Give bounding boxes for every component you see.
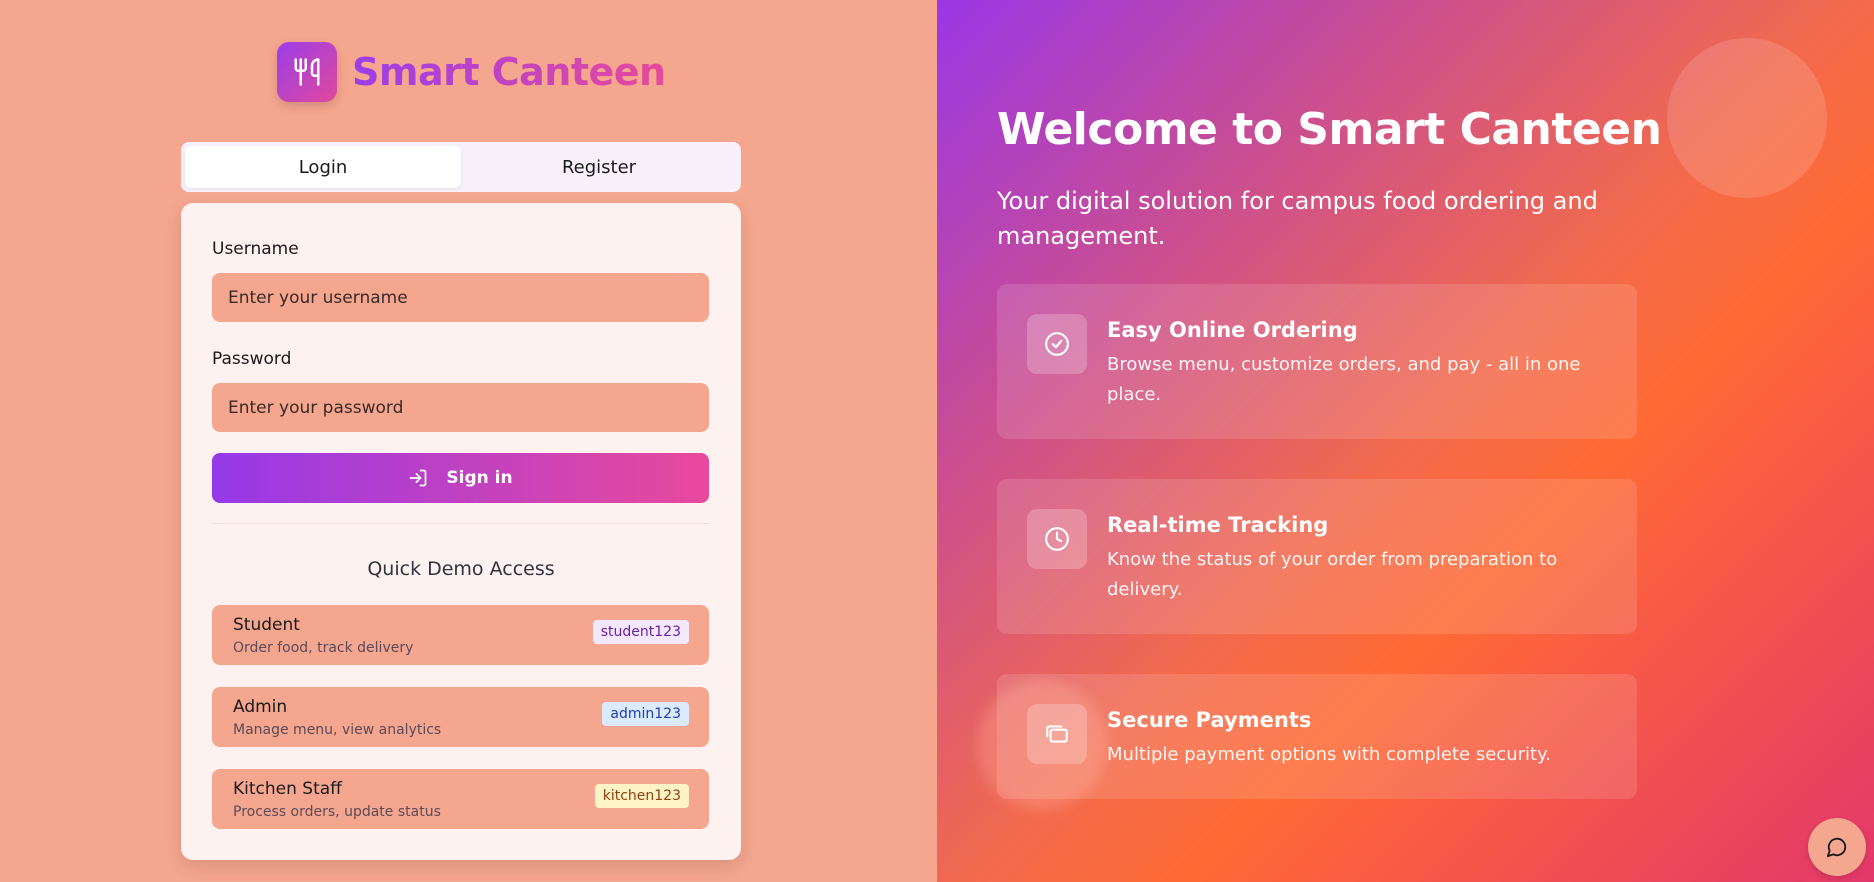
demo-role: Kitchen Staff — [233, 779, 342, 799]
demo-password-badge: student123 — [592, 620, 689, 644]
log-in-icon — [410, 469, 427, 487]
demo-password-badge: admin123 — [602, 702, 689, 726]
brand: Smart Canteen — [277, 42, 666, 102]
password-label: Password — [212, 349, 292, 369]
hero-subtitle: Your digital solution for campus food or… — [997, 187, 1598, 250]
credit-card-icon — [1027, 704, 1087, 764]
login-panel: Smart Canteen Login Register Username Pa… — [0, 0, 937, 882]
message-circle-icon — [1826, 837, 1847, 858]
username-input[interactable] — [212, 273, 709, 322]
demo-account-admin[interactable]: Admin Manage menu, view analytics admin1… — [212, 687, 709, 747]
feature-title: Easy Online Ordering — [1107, 318, 1358, 342]
auth-tabs: Login Register — [181, 142, 741, 192]
feature-card-tracking: Real-time Tracking Know the status of yo… — [997, 479, 1637, 634]
chat-button[interactable] — [1808, 818, 1866, 876]
tab-register[interactable]: Register — [461, 146, 737, 188]
divider — [212, 523, 709, 524]
demo-role: Admin — [233, 697, 288, 717]
tab-login[interactable]: Login — [185, 146, 461, 188]
demo-account-kitchen-staff[interactable]: Kitchen Staff Process orders, update sta… — [212, 769, 709, 829]
hero-title: Welcome to Smart Canteen — [997, 104, 1662, 155]
feature-title: Real-time Tracking — [1107, 513, 1329, 537]
sign-in-label: Sign in — [446, 468, 513, 488]
demo-password-badge: kitchen123 — [594, 784, 689, 808]
sign-in-button[interactable]: Sign in — [212, 453, 709, 503]
demo-account-student[interactable]: Student Order food, track delivery stude… — [212, 605, 709, 665]
feature-title: Secure Payments — [1107, 708, 1312, 732]
feature-desc: Know the status of your order from prepa… — [1107, 549, 1558, 600]
feature-card-ordering: Easy Online Ordering Browse menu, custom… — [997, 284, 1637, 439]
password-input[interactable] — [212, 383, 709, 432]
quick-demo-title: Quick Demo Access — [367, 558, 555, 580]
utensils-icon — [277, 42, 337, 102]
hero-panel: Welcome to Smart Canteen Your digital so… — [937, 0, 1874, 882]
feature-card-payments: Secure Payments Multiple payment options… — [997, 674, 1637, 799]
demo-desc: Order food, track delivery — [233, 640, 414, 656]
demo-desc: Manage menu, view analytics — [233, 722, 442, 738]
login-card: Username Password Sign in Quick Demo Acc… — [181, 203, 741, 860]
feature-desc: Browse menu, customize orders, and pay -… — [1107, 354, 1581, 405]
username-label: Username — [212, 239, 299, 259]
demo-desc: Process orders, update status — [233, 804, 441, 820]
clock-icon — [1027, 509, 1087, 569]
feature-desc: Multiple payment options with complete s… — [1107, 744, 1551, 765]
brand-name: Smart Canteen — [352, 50, 666, 94]
check-circle-icon — [1027, 314, 1087, 374]
decorative-circle — [1667, 38, 1827, 198]
demo-role: Student — [233, 615, 300, 635]
